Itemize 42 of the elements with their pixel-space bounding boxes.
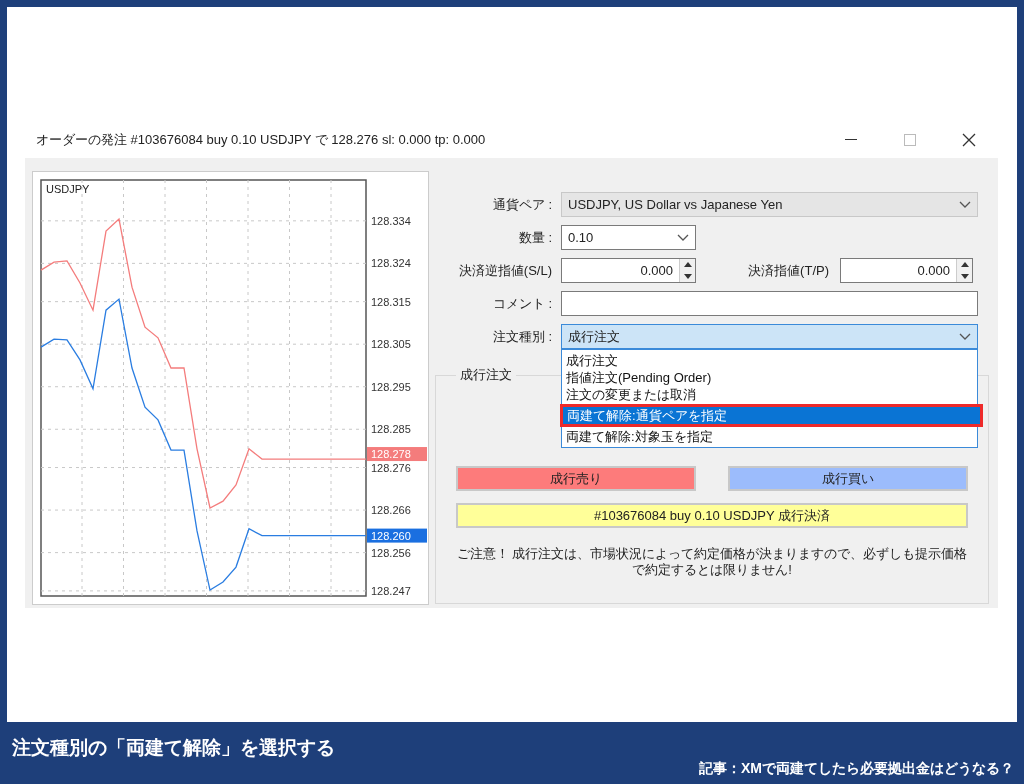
price-tag: 128.260: [367, 528, 427, 543]
dropdown-option[interactable]: 注文の変更または取消: [562, 386, 977, 403]
field-label: 決済指値(T/P): [747, 261, 829, 280]
symbol-label: USDJPY: [46, 183, 90, 195]
buy-button[interactable]: 成行買い: [728, 466, 968, 491]
axis-label: 128.247: [371, 584, 411, 597]
caption: 注文種別の「両建て解除」を選択する: [12, 736, 335, 760]
axis-label: 128.285: [371, 423, 411, 436]
axis-label: 128.324: [371, 257, 411, 270]
take-profit-field[interactable]: 0.000: [840, 258, 973, 283]
field-label: 決済逆指値(S/L): [457, 261, 552, 280]
field-label: コメント :: [491, 294, 552, 313]
axis-label: 128.334: [371, 214, 411, 227]
price-tag: 128.278: [367, 447, 427, 462]
sell-button[interactable]: 成行売り: [456, 466, 696, 491]
group-title: 成行注文: [459, 366, 513, 384]
spin-buttons[interactable]: [679, 259, 695, 282]
stop-loss-field[interactable]: 0.000: [561, 258, 696, 283]
chevron-down-icon: [959, 200, 971, 209]
article-link[interactable]: 記事：XMで両建てしたら必要拠出金はどうなる？: [699, 760, 1014, 778]
dropdown-option[interactable]: 両建て解除:対象玉を指定: [562, 428, 977, 445]
window-title: オーダーの発注 #103676084 buy 0.10 USDJPY で 128.276 sl: 0.000 tp: 0.000: [36, 131, 487, 149]
axis-label: 128.295: [371, 380, 411, 393]
field-label: 数量 :: [517, 228, 552, 247]
volume-dropdown[interactable]: 0.10: [561, 225, 696, 250]
close-position-button[interactable]: #103676084 buy 0.10 USDJPY 成行決済: [456, 503, 968, 528]
axis-label: 128.256: [371, 546, 411, 559]
order-type-dropdown[interactable]: 成行注文: [561, 324, 978, 349]
comment-field[interactable]: [561, 291, 978, 316]
axis-label: 128.305: [371, 338, 411, 351]
dropdown-option[interactable]: 両建て解除:通貨ペアを指定: [560, 404, 983, 427]
spin-buttons[interactable]: [956, 259, 972, 282]
field-label: 通貨ペア :: [491, 195, 552, 214]
axis-label: 128.266: [371, 504, 411, 517]
chevron-down-icon: [677, 233, 689, 242]
axis-label: 128.276: [371, 461, 411, 474]
dropdown-option[interactable]: 指値注文(Pending Order): [562, 369, 977, 386]
field-label: 注文種別 :: [491, 327, 552, 346]
notice-text: ご注意！ 成行注文は、市場状況によって約定価格が決まりますので、必ずしも提示価格で約定するとは限りません!: [456, 546, 968, 578]
dropdown-option[interactable]: 成行注文: [562, 352, 977, 369]
chevron-down-icon: [959, 332, 971, 341]
axis-label: 128.315: [371, 295, 411, 308]
